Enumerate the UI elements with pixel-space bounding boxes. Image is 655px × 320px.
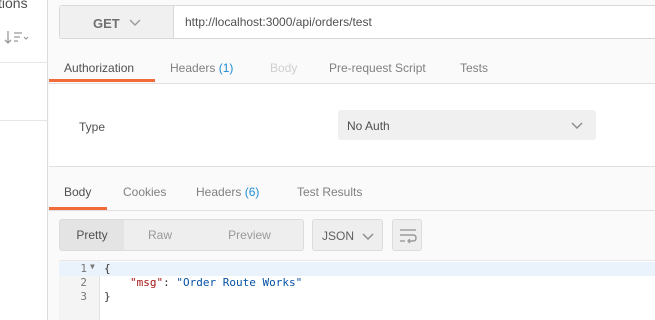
auth-type-value: No Auth: [347, 119, 390, 133]
code-line: 2 "msg": "Order Route Works": [59, 276, 655, 290]
json-key: "msg": [130, 276, 164, 289]
sort-icon[interactable]: [4, 28, 32, 48]
tab-response-headers[interactable]: Headers (6): [196, 185, 259, 199]
format-select[interactable]: JSON: [312, 219, 383, 251]
tab-test-results[interactable]: Test Results: [297, 185, 362, 199]
auth-section: Type No Auth: [49, 84, 655, 166]
line-number: 1: [80, 262, 87, 275]
tab-authorization[interactable]: Authorization: [64, 61, 134, 75]
json-value: "Order Route Works": [176, 276, 303, 289]
request-tabs: Authorization Headers (1) Body Pre-reque…: [49, 53, 655, 83]
sidebar: tions: [0, 0, 48, 320]
tab-cookies[interactable]: Cookies: [123, 185, 166, 199]
tab-tests[interactable]: Tests: [460, 61, 488, 75]
view-pretty-button[interactable]: Pretty: [60, 220, 124, 250]
code-text: "msg": "Order Route Works": [130, 276, 302, 289]
chevron-down-icon: [570, 118, 584, 132]
fold-arrow-icon[interactable]: ▼: [90, 262, 95, 271]
tab-headers[interactable]: Headers (1): [170, 61, 233, 75]
tab-response-body[interactable]: Body: [64, 185, 91, 199]
tab-pre-request-script[interactable]: Pre-request Script: [329, 61, 426, 75]
view-preview-button[interactable]: Preview: [196, 220, 303, 250]
active-tab-indicator: [49, 79, 155, 82]
code-line: 3 }: [59, 290, 655, 304]
code-text: }: [104, 290, 111, 303]
format-label: JSON: [322, 229, 355, 243]
response-tabs: Body Cookies Headers (6) Test Results: [49, 176, 655, 210]
response-toolbar: Pretty Raw Preview JSON: [49, 219, 655, 251]
json-separator: :: [163, 276, 177, 289]
chevron-down-icon: [361, 229, 375, 243]
auth-type-select[interactable]: No Auth: [338, 110, 596, 140]
sidebar-divider: [0, 62, 48, 63]
response-code-view[interactable]: 1 ▼ { 2 "msg": "Order Route Works" 3 }: [59, 260, 655, 320]
request-editor: GET http://localhost:3000/api/orders/tes…: [49, 0, 655, 320]
sidebar-divider: [0, 120, 48, 121]
chevron-down-icon: [128, 15, 142, 29]
code-line: 1 ▼ {: [59, 262, 655, 276]
tab-body[interactable]: Body: [270, 61, 297, 75]
url-input[interactable]: http://localhost:3000/api/orders/test: [185, 15, 372, 29]
wrap-lines-button[interactable]: [392, 219, 422, 251]
url-bar: GET http://localhost:3000/api/orders/tes…: [59, 5, 655, 39]
line-number: 2: [80, 276, 87, 289]
auth-type-label: Type: [79, 120, 106, 134]
view-mode-group: Pretty Raw Preview: [59, 219, 304, 251]
method-select[interactable]: GET: [60, 6, 174, 38]
code-text: {: [104, 262, 111, 275]
section-divider: [49, 166, 655, 167]
tabs-divider: [49, 210, 655, 211]
view-raw-button[interactable]: Raw: [124, 220, 196, 250]
line-number: 3: [80, 290, 87, 303]
sidebar-title: tions: [0, 0, 28, 11]
method-label: GET: [93, 16, 120, 31]
